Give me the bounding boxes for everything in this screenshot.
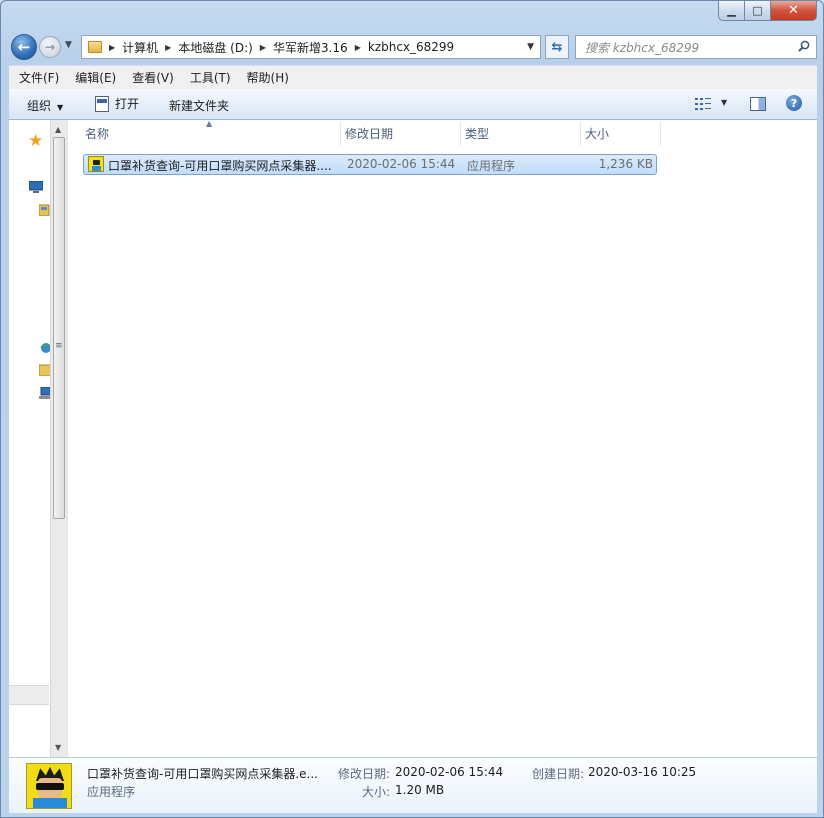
refresh-icon: ⇆ [551,39,563,55]
details-created-value: 2020-03-16 10:25 [588,765,697,779]
thumbnail-shirt [33,798,67,808]
maximize-button[interactable]: □ [745,1,771,21]
navigation-row: ← → ▼ ▶ 计算机 ▶ 本地磁盘 (D:) ▶ 华军新增3.16 ▶ kzb… [9,33,817,61]
application-icon [88,156,104,172]
change-view-icon[interactable] [695,98,711,110]
scroll-up-icon[interactable]: ▲ [55,125,61,134]
search-icon[interactable] [798,40,810,52]
new-folder-button[interactable]: 新建文件夹 [169,97,229,114]
scrollbar-thumb[interactable]: ≡ [53,137,65,519]
file-name: 口罩补货查询-可用口罩购买网点采集器.... [108,159,332,173]
menu-bar: 文件(F) 编辑(E) 查看(V) 工具(T) 帮助(H) [9,65,817,89]
search-input[interactable]: 搜索 kzbhcx_68299 [585,39,699,56]
details-file-name: 口罩补货查询-可用口罩购买网点采集器.e... [87,767,318,781]
menu-edit[interactable]: 编辑(E) [65,69,122,86]
open-label: 打开 [115,97,140,111]
command-bar: 组织 ▼ 打开 新建文件夹 ▼ ? [9,89,817,120]
file-row[interactable]: 口罩补货查询-可用口罩购买网点采集器.... 2020-02-06 15:44 … [83,154,657,175]
help-icon[interactable]: ? [786,95,802,111]
navigation-pane: ★ ▲ ≡ ▼ [9,120,67,757]
close-button[interactable]: ✕ [771,1,817,21]
pane-splitter[interactable] [67,120,68,757]
column-header-name[interactable]: 名称 [81,122,341,146]
refresh-button[interactable]: ⇆ [545,35,569,59]
menu-help[interactable]: 帮助(H) [237,69,295,86]
details-modified-label: 修改日期: [338,767,391,781]
file-thumbnail [26,763,72,809]
menu-file[interactable]: 文件(F) [9,69,65,86]
file-size: 1,236 KB [598,157,653,171]
breadcrumb-folder[interactable]: 华军新增3.16 [273,39,348,56]
column-header-size[interactable]: 大小 [581,122,661,146]
minimize-button[interactable]: ▁ [718,1,745,21]
details-created-label: 创建日期: [532,767,585,781]
details-size-label: 大小: [362,785,391,799]
thumbnail-sunglasses [36,783,64,790]
organize-label: 组织 [27,99,52,113]
column-header-modified[interactable]: 修改日期 [341,122,461,146]
view-options-dropdown-icon[interactable]: ▼ [721,98,727,107]
content-area: ★ ▲ ≡ ▼ ▲ 名称 修改日期 类型 大小 口罩补货查询-可用口罩购买网点采… [9,119,817,757]
breadcrumb-separator-icon[interactable]: ▶ [109,43,115,52]
navigation-pane-scrollbar[interactable]: ▲ ≡ ▼ [50,120,67,757]
breadcrumb-separator-icon[interactable]: ▶ [355,43,361,52]
details-file-type: 应用程序 [87,785,136,799]
breadcrumb-separator-icon[interactable]: ▶ [165,43,171,52]
grip-icon: ≡ [55,341,63,351]
explorer-window: ▁ □ ✕ ← → ▼ ▶ 计算机 ▶ 本地磁盘 (D:) ▶ 华军新增3.16… [0,0,824,818]
desktop-icon[interactable] [29,181,43,193]
caption-buttons: ▁ □ ✕ [718,1,817,21]
details-pane: 口罩补货查询-可用口罩购买网点采集器.e... 应用程序 修改日期: 2020-… [9,757,817,813]
column-header-type[interactable]: 类型 [461,122,581,146]
menu-tools[interactable]: 工具(T) [180,69,237,86]
forward-button[interactable]: → [39,36,61,58]
folder-icon [88,41,102,53]
recent-pages-dropdown-icon[interactable]: ▼ [65,40,72,50]
breadcrumb-computer[interactable]: 计算机 [122,39,158,56]
organize-button[interactable]: 组织 ▼ [27,97,63,114]
open-button[interactable]: 打开 [95,95,139,112]
breadcrumb-separator-icon[interactable]: ▶ [260,43,266,52]
navigation-pane-strip [9,685,49,705]
scroll-down-icon[interactable]: ▼ [55,743,61,752]
search-box[interactable]: 搜索 kzbhcx_68299 [575,35,817,59]
file-type: 应用程序 [467,159,516,173]
breadcrumb-current-folder[interactable]: kzbhcx_68299 [368,40,454,54]
address-history-dropdown-icon[interactable]: ▼ [527,42,534,52]
details-size-value: 1.20 MB [395,783,445,797]
breadcrumb-local-disk[interactable]: 本地磁盘 (D:) [178,39,252,56]
file-modified: 2020-02-06 15:44 [347,157,456,171]
address-bar[interactable]: ▶ 计算机 ▶ 本地磁盘 (D:) ▶ 华军新增3.16 ▶ kzbhcx_68… [81,35,541,59]
menu-view[interactable]: 查看(V) [122,69,180,86]
chevron-down-icon: ▼ [57,103,64,112]
details-modified-value: 2020-02-06 15:44 [395,765,504,779]
application-icon [95,95,109,112]
back-button[interactable]: ← [11,34,37,60]
preview-pane-icon[interactable] [750,97,766,111]
column-headers: ▲ 名称 修改日期 类型 大小 [81,119,661,146]
favorites-star-icon[interactable]: ★ [28,131,43,151]
